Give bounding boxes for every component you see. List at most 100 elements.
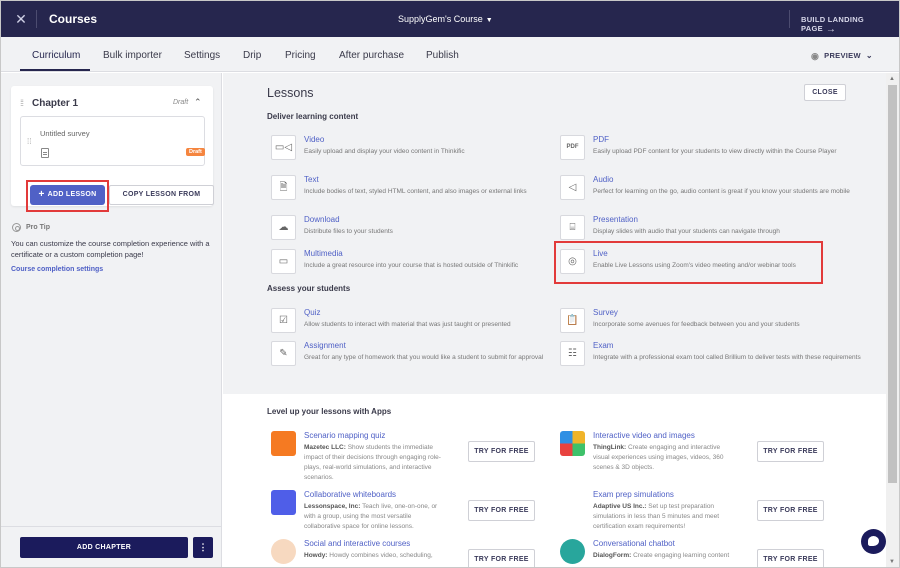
app-name-link[interactable]: Collaborative whiteboards [304,490,396,499]
lesson-type-desc: Include bodies of text, styled HTML cont… [304,188,527,195]
app-name-link[interactable]: Social and interactive courses [304,539,410,548]
text-icon: 🗎 [271,175,296,200]
course-name: SupplyGem's Course [398,14,483,24]
scroll-thumb[interactable] [888,85,897,483]
lesson-type-name: Exam [593,341,614,350]
course-completion-settings-link[interactable]: Course completion settings [11,266,103,273]
app-vendor: Howdy: [304,552,328,559]
app-description: ThingLink: Create engaging and interacti… [593,443,733,473]
app-description: Lessonspace, Inc: Teach live, one-on-one… [304,502,444,532]
close-icon[interactable]: ✕ [13,11,29,27]
course-selector[interactable]: SupplyGem's Course ▼ [398,14,493,24]
app-name-link[interactable]: Interactive video and images [593,431,695,440]
assignment-icon: ✎ [271,341,296,366]
tab-bar: Curriculum Bulk importer Settings Drip P… [1,37,899,72]
draft-badge: Draft [186,148,205,156]
thinglink-logo-icon [560,431,585,456]
scroll-down-arrow-icon[interactable]: ▼ [889,559,895,565]
app-name-link[interactable]: Conversational chatbot [593,539,675,548]
lesson-type-desc: Include a great resource into your cours… [304,262,519,269]
lesson-type-desc: Perfect for learning on the go, audio co… [593,188,850,195]
lesson-type-name: PDF [593,135,609,144]
highlight-box [554,241,823,284]
try-for-free-button[interactable]: TRY FOR FREE [757,500,824,521]
lesson-type-name: Quiz [304,308,321,317]
exam-icon: ☷ [560,341,585,366]
chapter-title[interactable]: Chapter 1 [32,98,78,109]
try-for-free-button[interactable]: TRY FOR FREE [757,549,824,567]
chat-icon[interactable] [861,529,886,554]
scroll-up-arrow-icon[interactable]: ▲ [889,76,895,82]
active-tab-indicator [20,69,90,71]
add-chapter-button[interactable]: ADD CHAPTER [20,537,188,558]
more-options-icon[interactable]: ⋮ [193,537,213,558]
chapter-status: Draft [173,99,189,106]
top-bar: ✕ Courses SupplyGem's Course ▼ BUILD LAND… [1,1,899,37]
lesson-type-name: Multimedia [304,249,343,258]
divider [36,10,37,28]
lesson-type-name: Text [304,175,319,184]
try-for-free-button[interactable]: TRY FOR FREE [757,441,824,462]
lesson-type-desc: Incorporate some avenues for feedback be… [593,321,800,328]
tab-curriculum[interactable]: Curriculum [32,50,80,61]
video-icon: ▭◁ [271,135,296,160]
lesson-type-name: Audio [593,175,614,184]
lesson-type-name: Assignment [304,341,346,350]
chevron-up-icon[interactable]: ⌃ [194,97,202,108]
lesson-type-desc: Allow students to interact with material… [304,321,511,328]
lesson-type-name: Video [304,135,325,144]
pro-tip-label: Pro Tip [26,224,50,231]
assess-heading: Assess your students [267,284,351,293]
tab-settings[interactable]: Settings [184,50,220,61]
mazetec-logo-icon [271,431,296,456]
app-vendor: DialogForm: [593,552,632,559]
try-for-free-button[interactable]: TRY FOR FREE [468,441,535,462]
close-button[interactable]: CLOSE [804,84,846,101]
app-desc-text: Howdy combines video, scheduling, [329,552,433,559]
tab-after-purchase[interactable]: After purchase [339,50,404,61]
page-title: Courses [49,12,98,26]
download-icon: ☁ [271,215,296,240]
lesson-type-desc: Great for any type of homework that you … [304,354,544,361]
plus-icon: + [38,189,45,200]
app-name-link[interactable]: Scenario mapping quiz [304,431,385,440]
apps-heading: Level up your lessons with Apps [267,407,392,416]
build-landing-page-button[interactable]: BUILD LANDING PAGE → [801,15,899,35]
lesson-type-desc: Integrate with a professional exam tool … [593,354,861,361]
lesson-type-desc: Display slides with audio that your stud… [593,228,780,235]
deliver-heading: Deliver learning content [267,112,359,121]
tab-publish[interactable]: Publish [426,50,459,61]
pdf-icon: PDF [560,135,585,160]
drag-handle-icon[interactable]: ⁞⁞ [27,137,31,146]
lesson-type-name: Download [304,215,340,224]
try-for-free-button[interactable]: TRY FOR FREE [468,549,535,567]
try-for-free-button[interactable]: TRY FOR FREE [468,500,535,521]
scrollbar[interactable]: ▲ ▼ [886,73,899,567]
tab-bulk-importer[interactable]: Bulk importer [103,50,162,61]
drag-handle-icon[interactable]: ⁞⁞ [20,98,24,108]
lesson-type-desc: Distribute files to your students [304,228,393,235]
tab-pricing[interactable]: Pricing [285,50,316,61]
divider [1,526,221,527]
app-desc-text: Create engaging learning content [633,552,730,559]
audio-icon: ◁ [560,175,585,200]
app-vendor: Adaptive US Inc.: [593,503,647,510]
tab-drip[interactable]: Drip [243,50,261,61]
lesson-type-name: Presentation [593,215,638,224]
lifebuoy-icon [12,223,21,232]
lesson-item[interactable]: ⁞⁞ Untitled survey Draft [20,116,205,166]
app-vendor: Lessonspace, Inc: [304,503,361,510]
eye-icon: ◉ [811,51,820,61]
copy-lesson-from-button[interactable]: COPY LESSON FROM [109,185,214,205]
survey-icon [41,148,49,158]
course-builder-window: ✕ Courses SupplyGem's Course ▼ BUILD LAND… [0,0,900,568]
lesson-title: Untitled survey [40,129,90,138]
dialogform-logo-icon [560,539,585,564]
app-description: Howdy: Howdy combines video, scheduling, [304,551,444,561]
add-lesson-button[interactable]: + ADD LESSON [30,185,105,205]
app-description: DialogForm: Create engaging learning con… [593,551,733,561]
app-name-link[interactable]: Exam prep simulations [593,490,674,499]
simplesim-logo-icon [560,490,585,515]
preview-button[interactable]: ◉ PREVIEW ⌄ [811,51,873,62]
app-description: Mazetec LLC: Show students the immediate… [304,443,444,483]
